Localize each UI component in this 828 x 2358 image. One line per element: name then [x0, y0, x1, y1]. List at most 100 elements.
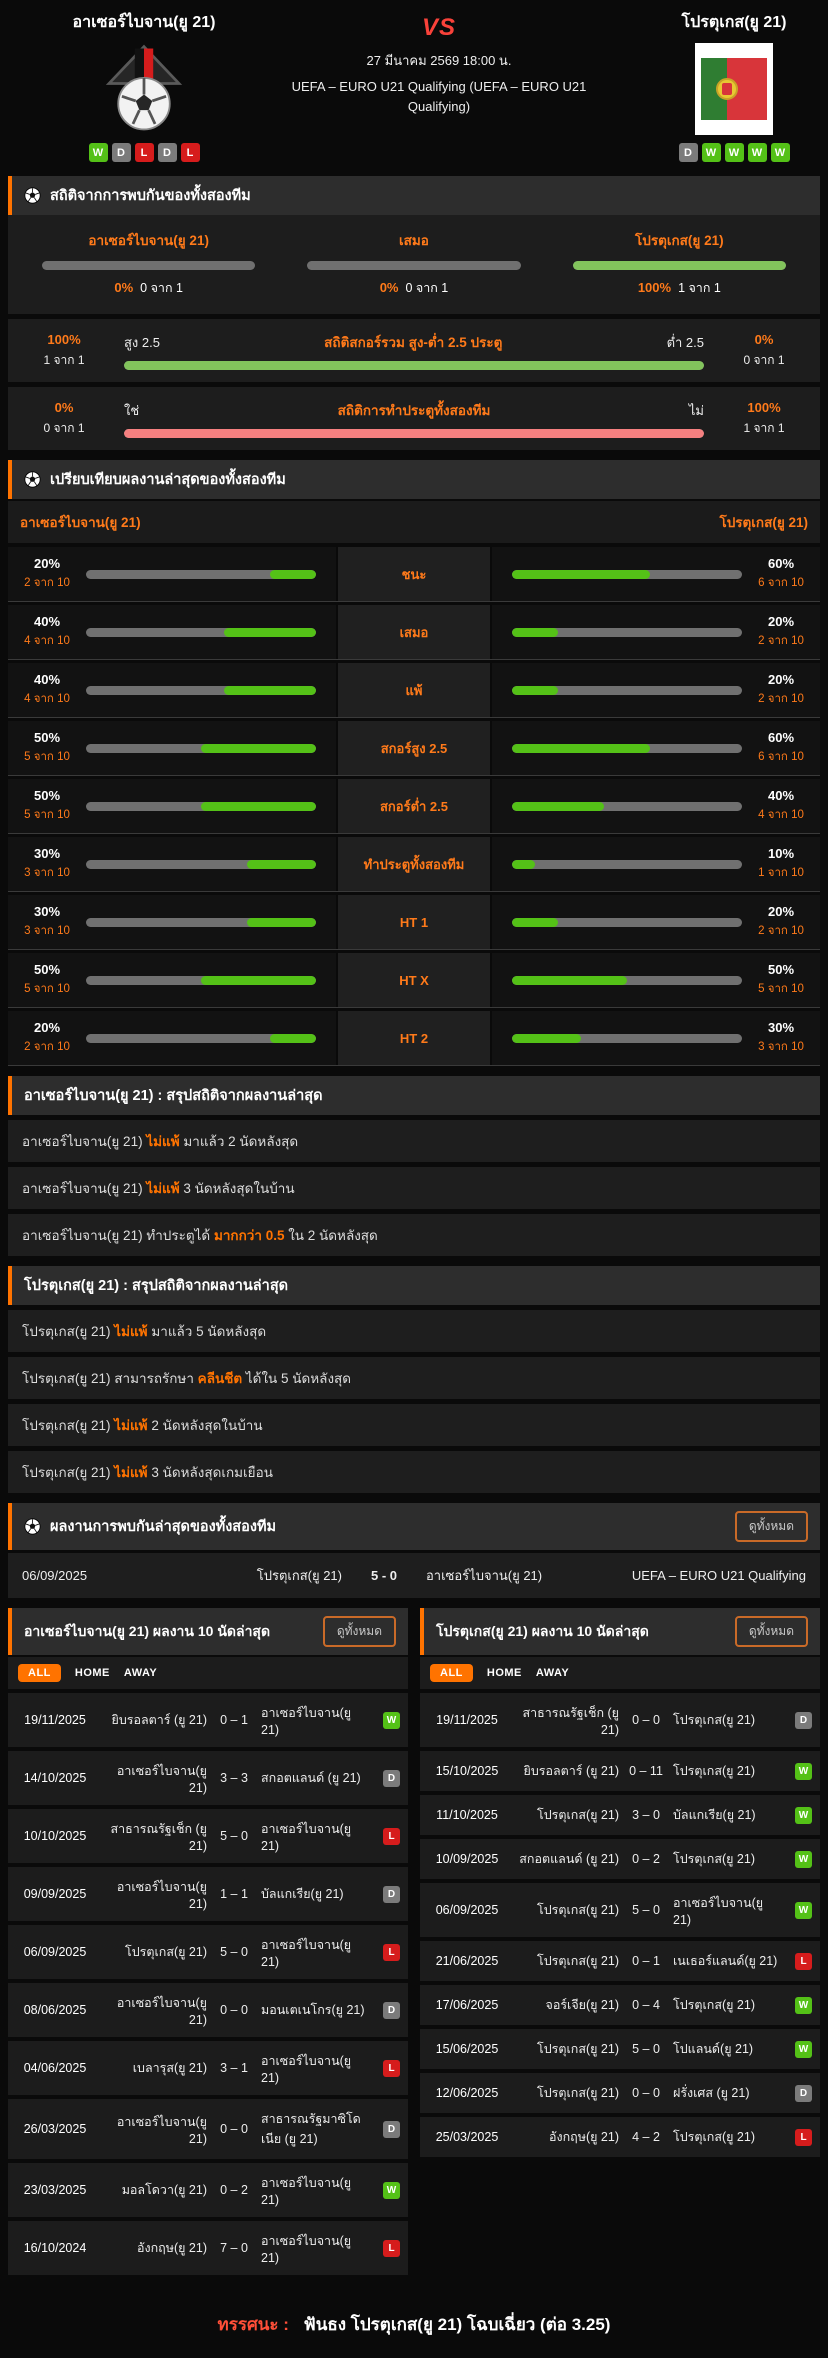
- h2h-stats-body: อาเซอร์ไบจาน(ยู 21) 0% 0 จาก 1 เสมอ 0% 0 จาก …: [8, 215, 820, 450]
- match-row[interactable]: 10/10/2025 สาธารณรัฐเช็ก (ยู 21) 5 – 0 อาเซ…: [8, 1809, 408, 1863]
- match-row[interactable]: 15/06/2025 โปรตุเกส(ยู 21) 5 – 0 โปแลนด์(ยู…: [420, 2029, 820, 2069]
- tab-all[interactable]: ALL: [430, 1664, 473, 1682]
- match-row[interactable]: 08/06/2025 อาเซอร์ไบจาน(ยู 21) 0 – 0 มอนเตเ…: [8, 1983, 408, 2037]
- match-row[interactable]: 15/10/2025 ยิบรอลตาร์ (ยู 21) 0 – 11 โปรตุเ…: [420, 1751, 820, 1791]
- team-summary-header: โปรตุเกส(ยู 21) : สรุปสถิติจากผลงานล่าสุ…: [8, 1266, 820, 1305]
- match-row[interactable]: 19/11/2025 สาธารณรัฐเช็ก (ยู 21) 0 – 0 โปรต…: [420, 1693, 820, 1747]
- view-all-button[interactable]: ดูทั้งหมด: [734, 1511, 808, 1542]
- score-cell: 5 - 0: [370, 1568, 397, 1583]
- comparison-home-values: 50% 5 จาก 10: [18, 788, 76, 824]
- stat-bar-fill: [512, 801, 604, 811]
- comparison-away-cell: 20% 2 จาก 10: [492, 895, 820, 949]
- comparison-header: เปรียบเทียบผลงานล่าสุดของทั้งสองทีม: [8, 460, 820, 499]
- match-row[interactable]: 25/03/2025 อังกฤษ(ยู 21) 4 – 2 โปรตุเกส(ยู …: [420, 2117, 820, 2157]
- score-cell: 3 – 0: [632, 1808, 660, 1822]
- comparison-row-label: เสมอ: [338, 605, 490, 659]
- view-all-button[interactable]: ดูทั้งหมด: [322, 1616, 396, 1647]
- result-badge-cell: D: [374, 2120, 400, 2138]
- tab-away[interactable]: AWAY: [536, 1667, 569, 1679]
- summary-text-post: มาแล้ว 2 นัดหลังสุด: [179, 1134, 299, 1149]
- match-row[interactable]: 04/06/2025 เบลารุส(ยู 21) 3 – 1 อาเซอร์ไบจา…: [8, 2041, 408, 2095]
- team-summary-header: อาเซอร์ไบจาน(ยู 21) : สรุปสถิติจากผลงานล…: [8, 1076, 820, 1115]
- h2h-result-row[interactable]: 06/09/2025 โปรตุเกส(ยู 21) 5 - 0 อาเซอร์ไบจ…: [8, 1553, 820, 1598]
- tab-home[interactable]: HOME: [487, 1667, 522, 1679]
- result-badge: W: [383, 2181, 400, 2199]
- match-row[interactable]: 06/09/2025 โปรตุเกส(ยู 21) 5 – 0 อาเซอร์ไบจ…: [420, 1883, 820, 1937]
- result-badge-cell: W: [786, 1762, 812, 1780]
- h2h-column-percent: 100%: [637, 280, 672, 295]
- comparison-home-percent: 40%: [33, 672, 61, 687]
- match-row[interactable]: 16/10/2024 อังกฤษ(ยู 21) 7 – 0 อาเซอร์ไบจาน…: [8, 2221, 408, 2275]
- comparison-away-percent: 30%: [767, 1020, 795, 1035]
- comparison-away-percent: 20%: [767, 672, 795, 687]
- away-team-cell: อาเซอร์ไบจาน(ยู 21): [261, 1938, 352, 1969]
- match-date-cell: 06/09/2025: [22, 1568, 88, 1583]
- summary-text-post: ใน 2 นัดหลังสุด: [284, 1228, 378, 1243]
- match-date-cell: 17/06/2025: [435, 1998, 499, 2012]
- score-cell: 0 – 0: [220, 2122, 248, 2136]
- match-row[interactable]: 12/06/2025 โปรตุเกส(ยู 21) 0 – 0 ฝรั่งเศส (…: [420, 2073, 820, 2113]
- tab-all[interactable]: ALL: [18, 1664, 61, 1682]
- comparison-home-values: 30% 3 จาก 10: [18, 846, 76, 882]
- tab-home[interactable]: HOME: [75, 1667, 110, 1679]
- h2h-line-left: 0% 0 จาก 1: [18, 400, 110, 438]
- comparison-away-cell: 10% 1 จาก 10: [492, 837, 820, 891]
- match-row[interactable]: 10/09/2025 สกอตแลนด์ (ยู 21) 0 – 2 โปรตุเกส…: [420, 1839, 820, 1879]
- summary-highlight: มากกว่า 0.5: [213, 1228, 285, 1243]
- recent-form-tables: อาเซอร์ไบจาน(ยู 21) ผลงาน 10 นัดล่าสุด ดู…: [8, 1608, 820, 2275]
- comparison-away-percent: 60%: [767, 556, 795, 571]
- form-badge: W: [770, 143, 790, 162]
- comparison-section: เปรียบเทียบผลงานล่าสุดของทั้งสองทีม อาเซ…: [8, 460, 820, 1066]
- home-team-cell: จอร์เจีย(ยู 21): [545, 1998, 620, 2012]
- match-row[interactable]: 11/10/2025 โปรตุเกส(ยู 21) 3 – 0 บัลแกเรีย(…: [420, 1795, 820, 1835]
- comparison-row: 20% 2 จาก 10 HT 2 30% 3 จาก 10: [8, 1011, 820, 1066]
- comparison-home-cell: 40% 4 จาก 10: [8, 663, 336, 717]
- stat-bar-fill: [512, 685, 558, 695]
- home-team-cell: โปรตุเกส(ยู 21): [256, 1568, 342, 1583]
- match-row[interactable]: 21/06/2025 โปรตุเกส(ยู 21) 0 – 1 เนเธอร์แลน…: [420, 1941, 820, 1981]
- comparison-away-values: 30% 3 จาก 10: [752, 1020, 810, 1056]
- summary-highlight: ไม่แพ้: [146, 1181, 180, 1196]
- match-row[interactable]: 19/11/2025 ยิบรอลตาร์ (ยู 21) 0 – 1 อาเซอร์…: [8, 1693, 408, 1747]
- h2h-line-middle: สูง 2.5 สถิติสกอร์รวม สูง-ต่ำ 2.5 ประตู ต่…: [110, 331, 718, 370]
- h2h-result-column: อาเซอร์ไบจาน(ยู 21) 0% 0 จาก 1: [16, 229, 281, 298]
- result-badge: W: [795, 1806, 812, 1824]
- h2h-line-title: สถิติการทำประตูทั้งสองทีม: [337, 403, 491, 418]
- h2h-stat-line: 0% 0 จาก 1 ใช่ สถิติการทำประตูทั้งสองทีม ไม่…: [8, 382, 820, 450]
- score-cell: 0 – 2: [632, 1852, 660, 1866]
- away-team-cell: สาธารณรัฐมาซิโดเนีย (ยู 21): [261, 2112, 361, 2146]
- score-cell: 0 – 0: [632, 2086, 660, 2100]
- stat-bar: [124, 361, 704, 370]
- match-row[interactable]: 14/10/2025 อาเซอร์ไบจาน(ยู 21) 3 – 3 สกอตแล…: [8, 1751, 408, 1805]
- form-badge: D: [678, 143, 698, 162]
- match-row[interactable]: 26/03/2025 อาเซอร์ไบจาน(ยู 21) 0 – 0 สาธารณ…: [8, 2099, 408, 2159]
- comparison-home-percent: 30%: [33, 904, 61, 919]
- match-row[interactable]: 17/06/2025 จอร์เจีย(ยู 21) 0 – 4 โปรตุเกส(ย…: [420, 1985, 820, 2025]
- filter-tabs: ALL HOME AWAY: [8, 1657, 408, 1689]
- result-badge-cell: W: [374, 1711, 400, 1729]
- h2h-column-label: โปรตุเกส(ยู 21): [635, 233, 724, 248]
- home-team-cell: อาเซอร์ไบจาน(ยู 21): [116, 1764, 207, 1795]
- form-badge: W: [701, 143, 721, 162]
- comparison-row-label: แพ้: [338, 663, 490, 717]
- stat-bar-fill: [512, 1033, 581, 1043]
- home-team-cell: ยิบรอลตาร์ (ยู 21): [523, 1764, 620, 1778]
- comparison-away-count: 6 จาก 10: [758, 577, 804, 589]
- match-row[interactable]: 23/03/2025 มอลโดวา(ยู 21) 0 – 2 อาเซอร์ไบจา…: [8, 2163, 408, 2217]
- comparison-away-count: 6 จาก 10: [758, 751, 804, 763]
- view-all-button[interactable]: ดูทั้งหมด: [734, 1616, 808, 1647]
- score-cell: 5 – 0: [220, 1829, 248, 1843]
- comparison-away-bar-wrap: [512, 1033, 742, 1043]
- form-badge: W: [724, 143, 744, 162]
- stat-bar-fill: [201, 743, 316, 753]
- match-row[interactable]: 06/09/2025 โปรตุเกส(ยู 21) 5 – 0 อาเซอร์ไบจ…: [8, 1925, 408, 1979]
- tab-away[interactable]: AWAY: [124, 1667, 157, 1679]
- match-row[interactable]: 09/09/2025 อาเซอร์ไบจาน(ยู 21) 1 – 1 บัลแกเ…: [8, 1867, 408, 1921]
- stat-bar-fill: [224, 685, 316, 695]
- match-date-cell: 26/03/2025: [23, 2122, 87, 2136]
- away-team-cell: สกอตแลนด์ (ยู 21): [261, 1771, 361, 1785]
- home-team-cell: อังกฤษ(ยู 21): [136, 2241, 207, 2255]
- home-team-cell: มอลโดวา(ยู 21): [121, 2183, 207, 2197]
- stat-bar: [572, 261, 786, 270]
- stat-bar: [124, 429, 704, 438]
